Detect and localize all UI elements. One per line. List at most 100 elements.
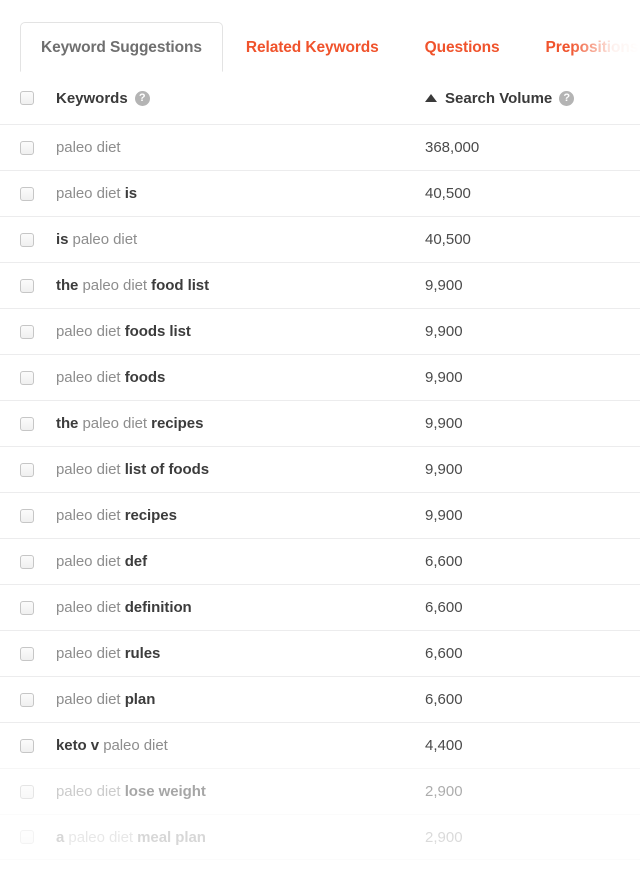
row-checkbox[interactable] [20,739,34,753]
keyword-modifier-suffix: definition [125,599,192,616]
table-row[interactable]: is paleo diet40,500 [0,216,640,262]
keyword-cell: paleo diet foods list [56,323,425,340]
search-volume-cell: 9,900 [425,415,640,432]
search-volume-cell: 9,900 [425,323,640,340]
search-volume-cell: 6,600 [425,553,640,570]
row-checkbox[interactable] [20,601,34,615]
table-row[interactable]: paleo diet 368,000 [0,124,640,170]
keyword-base-term: paleo diet [56,139,121,156]
keyword-modifier-suffix: foods list [125,323,191,340]
table-row[interactable]: a paleo diet meal plan2,900 [0,814,640,860]
column-header-keywords-label: Keywords [56,90,128,107]
table-row[interactable]: the paleo diet recipes9,900 [0,400,640,446]
row-checkbox-cell [20,785,56,799]
search-volume-cell: 6,600 [425,599,640,616]
table-row[interactable]: paleo diet is40,500 [0,170,640,216]
row-checkbox[interactable] [20,371,34,385]
table-row[interactable]: paleo diet def6,600 [0,538,640,584]
keyword-cell: paleo diet [56,139,425,156]
row-checkbox[interactable] [20,830,34,844]
tab-prepositions-label: Prepositions [546,39,639,56]
keyword-base-term: paleo diet [73,231,138,248]
table-row[interactable]: paleo diet list of foods9,900 [0,446,640,492]
keyword-base-term: paleo diet [56,369,121,386]
row-checkbox[interactable] [20,509,34,523]
row-checkbox[interactable] [20,233,34,247]
keyword-base-term: paleo diet [56,507,121,524]
table-row[interactable]: paleo diet definition6,600 [0,584,640,630]
row-checkbox[interactable] [20,463,34,477]
row-checkbox[interactable] [20,693,34,707]
row-checkbox-cell [20,141,56,155]
tab-related-keywords-label: Related Keywords [246,39,379,56]
keyword-cell: a paleo diet meal plan [56,829,425,846]
row-checkbox-cell [20,739,56,753]
row-checkbox[interactable] [20,279,34,293]
table-row[interactable]: paleo diet rules6,600 [0,630,640,676]
tab-prepositions[interactable]: Prepositions [523,22,640,72]
keyword-modifier-suffix: list of foods [125,461,209,478]
help-circle-icon[interactable]: ? [135,91,150,106]
table-row[interactable]: paleo diet foods list9,900 [0,308,640,354]
keyword-cell: paleo diet foods [56,369,425,386]
row-checkbox[interactable] [20,187,34,201]
row-checkbox-cell [20,509,56,523]
table-row[interactable]: paleo diet recipes9,900 [0,492,640,538]
row-checkbox[interactable] [20,647,34,661]
caret-up-icon[interactable] [425,94,437,102]
keyword-table: Keywords ? Search Volume ? paleo diet 368… [0,72,640,860]
search-volume-cell: 40,500 [425,231,640,248]
keyword-cell: paleo diet plan [56,691,425,708]
keyword-cell: the paleo diet food list [56,277,425,294]
keyword-modifier-suffix: plan [125,691,156,708]
table-row[interactable]: the paleo diet food list9,900 [0,262,640,308]
table-body: paleo diet368,000paleo diet is40,500is p… [0,124,640,860]
keyword-cell: paleo diet list of foods [56,461,425,478]
keyword-modifier-suffix: foods [125,369,166,386]
row-checkbox[interactable] [20,325,34,339]
keyword-modifier-prefix: the [56,415,78,432]
keyword-cell: paleo diet def [56,553,425,570]
search-volume-cell: 6,600 [425,645,640,662]
search-volume-cell: 2,900 [425,829,640,846]
column-header-keywords[interactable]: Keywords ? [56,90,425,107]
search-volume-cell: 40,500 [425,185,640,202]
row-checkbox-cell [20,463,56,477]
keyword-modifier-suffix: def [125,553,147,570]
table-row[interactable]: paleo diet plan6,600 [0,676,640,722]
keyword-base-term: paleo diet [68,829,133,846]
table-row[interactable]: paleo diet foods9,900 [0,354,640,400]
tab-questions[interactable]: Questions [402,22,523,72]
row-checkbox-cell [20,233,56,247]
keyword-modifier-suffix: recipes [125,507,177,524]
row-checkbox[interactable] [20,141,34,155]
search-volume-cell: 368,000 [425,139,640,156]
row-checkbox-cell [20,830,56,844]
tab-questions-label: Questions [425,39,500,56]
column-header-search-volume[interactable]: Search Volume ? [425,90,640,107]
keyword-cell: the paleo diet recipes [56,415,425,432]
row-checkbox[interactable] [20,417,34,431]
select-all-cell [20,91,56,105]
tab-bar: Keyword Suggestions Related Keywords Que… [0,0,640,72]
tab-strip[interactable]: Keyword Suggestions Related Keywords Que… [20,20,640,72]
tab-related-keywords[interactable]: Related Keywords [223,22,402,72]
keyword-cell: paleo diet is [56,185,425,202]
keyword-modifier-prefix: a [56,829,64,846]
help-circle-icon[interactable]: ? [559,91,574,106]
tab-keyword-suggestions[interactable]: Keyword Suggestions [20,22,223,72]
row-checkbox[interactable] [20,555,34,569]
keyword-base-term: paleo diet [56,185,121,202]
keyword-base-term: paleo diet [103,737,168,754]
row-checkbox-cell [20,279,56,293]
keyword-base-term: paleo diet [82,415,147,432]
search-volume-cell: 6,600 [425,691,640,708]
keyword-base-term: paleo diet [56,783,121,800]
table-row[interactable]: paleo diet lose weight2,900 [0,768,640,814]
keyword-modifier-suffix: lose weight [125,783,206,800]
row-checkbox-cell [20,647,56,661]
keyword-cell: paleo diet lose weight [56,783,425,800]
row-checkbox[interactable] [20,785,34,799]
table-row[interactable]: keto v paleo diet4,400 [0,722,640,768]
select-all-checkbox[interactable] [20,91,34,105]
